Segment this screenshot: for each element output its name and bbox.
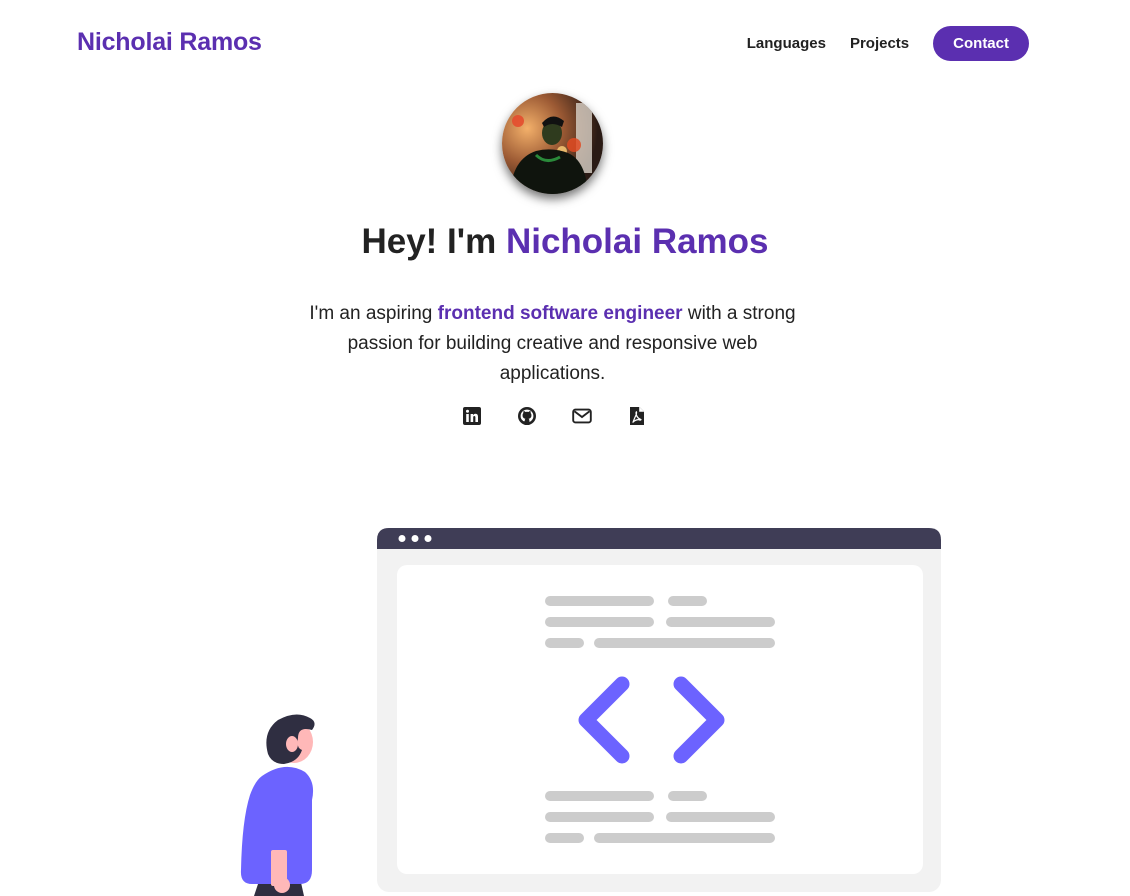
browser-window-graphic: [377, 528, 941, 892]
coding-illustration: [240, 528, 941, 896]
person-graphic: [240, 714, 315, 896]
